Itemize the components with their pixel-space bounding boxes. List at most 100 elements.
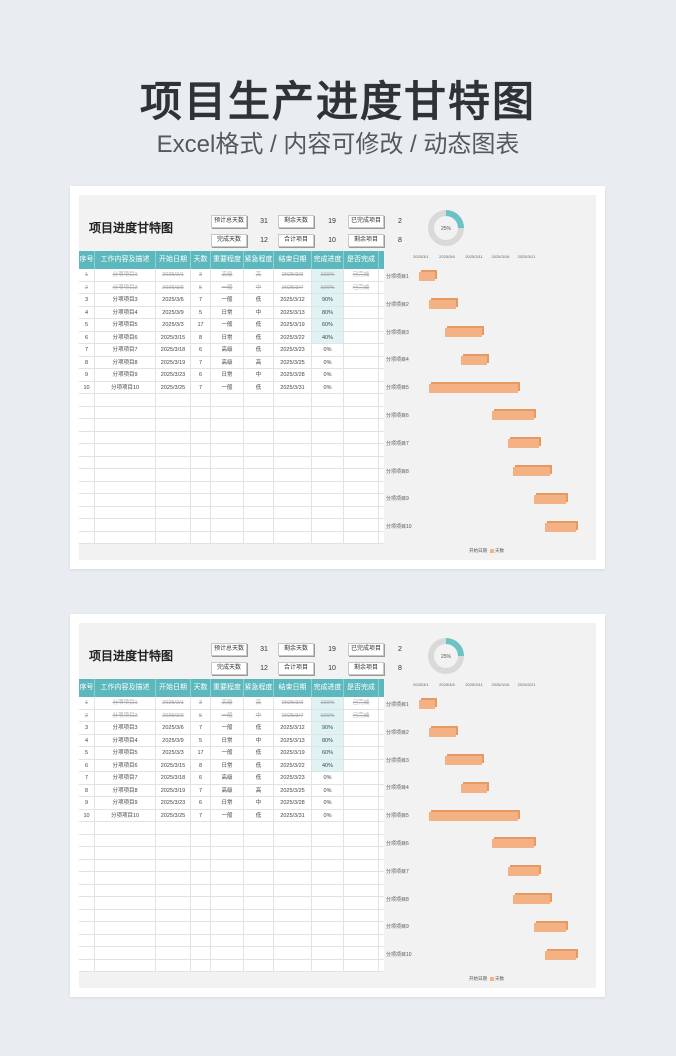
table-cell xyxy=(95,531,156,543)
table-row[interactable]: 6 分项项目6 2025/3/15 8 日常低 2025/3/22 40% xyxy=(79,331,384,344)
table-row-empty[interactable] xyxy=(79,431,384,444)
table-row-empty[interactable] xyxy=(79,406,384,419)
gantt-bar xyxy=(534,922,566,932)
legend-swatch xyxy=(490,976,494,981)
category-label: 分项项目8 xyxy=(386,468,409,475)
table-row-empty[interactable] xyxy=(79,494,384,507)
table-cell: 7 xyxy=(79,344,95,356)
table-row-empty[interactable] xyxy=(79,456,384,469)
table-row[interactable]: 2 分项项目2 2025/3/3 5 一般中 2025/3/7 100% 已完成 xyxy=(79,709,384,722)
table-row-empty[interactable] xyxy=(79,947,384,960)
table-cell: 40% xyxy=(312,759,344,771)
table-cell xyxy=(79,431,95,443)
stat-button[interactable]: 完成天数 xyxy=(211,234,247,247)
table-row[interactable]: 5 分项项目5 2025/3/3 17 一般低 2025/3/19 60% xyxy=(79,747,384,760)
table-row[interactable]: 6 分项项目6 2025/3/15 8 日常低 2025/3/22 40% xyxy=(79,759,384,772)
table-cell xyxy=(95,469,156,481)
table-row-empty[interactable] xyxy=(79,897,384,910)
table-cell: 8 xyxy=(79,356,95,368)
table-cell xyxy=(344,822,379,834)
stat-button[interactable]: 剩余项目 xyxy=(348,234,384,247)
table-row[interactable]: 1 分项项目1 2025/3/1 3 高级高 2025/3/3 100% 已完成 xyxy=(79,697,384,710)
table-cell: 2 xyxy=(79,281,95,293)
x-tick-label: 2025/3/11 xyxy=(465,254,483,259)
table-cell xyxy=(344,809,379,821)
table-row[interactable]: 1 分项项目1 2025/3/1 3 高级高 2025/3/3 100% 已完成 xyxy=(79,269,384,282)
table-row[interactable]: 10 分项项目10 2025/3/25 7 一般低 2025/3/31 0% xyxy=(79,381,384,394)
table-row[interactable]: 8 分项项目8 2025/3/19 7 高级高 2025/3/25 0% xyxy=(79,356,384,369)
stat-button[interactable]: 合计项目 xyxy=(278,234,314,247)
table-row-empty[interactable] xyxy=(79,959,384,972)
table-row-empty[interactable] xyxy=(79,884,384,897)
table-cell xyxy=(95,959,156,971)
table-row[interactable]: 4 分项项目4 2025/3/9 5 日常中 2025/3/13 80% xyxy=(79,306,384,319)
table-row-empty[interactable] xyxy=(79,872,384,885)
table-cell xyxy=(312,884,344,896)
gantt-bar xyxy=(429,300,456,310)
stat-button[interactable]: 剩余天数 xyxy=(278,643,314,656)
table-row-empty[interactable] xyxy=(79,419,384,432)
stat-button[interactable]: 预计总天数 xyxy=(211,643,247,656)
table-cell xyxy=(244,444,274,456)
table-cell: 一般 xyxy=(211,281,244,293)
table-cell: 中 xyxy=(244,734,274,746)
table-row[interactable]: 5 分项项目5 2025/3/3 17 一般低 2025/3/19 60% xyxy=(79,319,384,332)
stat-button[interactable]: 已完成项目 xyxy=(348,215,384,228)
table-row-empty[interactable] xyxy=(79,859,384,872)
table-row-empty[interactable] xyxy=(79,519,384,532)
table-row[interactable]: 3 分项项目3 2025/3/6 7 一般低 2025/3/12 90% xyxy=(79,294,384,307)
table-row-empty[interactable] xyxy=(79,531,384,544)
stat-button[interactable]: 剩余天数 xyxy=(278,215,314,228)
progress-table: 序号 工作内容及描述 开始日期 天数 重要程度 紧急程度 结束日期 完成进度 是否完成 1 分项项目… xyxy=(79,251,384,544)
table-row[interactable]: 8 分项项目8 2025/3/19 7 高级高 2025/3/25 0% xyxy=(79,784,384,797)
table-row[interactable]: 7 分项项目7 2025/3/18 6 高级低 2025/3/23 0% xyxy=(79,344,384,357)
table-cell: 100% xyxy=(312,709,344,721)
table-cell xyxy=(211,847,244,859)
table-cell xyxy=(244,959,274,971)
table-row-empty[interactable] xyxy=(79,394,384,407)
table-cell: 2025/3/3 xyxy=(156,709,191,721)
stat-button[interactable]: 已完成项目 xyxy=(348,643,384,656)
table-cell xyxy=(274,444,312,456)
table-cell: 17 xyxy=(191,747,211,759)
stat-button[interactable]: 合计项目 xyxy=(278,662,314,675)
table-row[interactable]: 2 分项项目2 2025/3/3 5 一般中 2025/3/7 100% 已完成 xyxy=(79,281,384,294)
table-cell: 中 xyxy=(244,709,274,721)
table-row-empty[interactable] xyxy=(79,822,384,835)
stat-button[interactable]: 剩余项目 xyxy=(348,662,384,675)
table-cell xyxy=(244,834,274,846)
stat-button[interactable]: 预计总天数 xyxy=(211,215,247,228)
table-cell: 2025/3/25 xyxy=(156,809,191,821)
category-label: 分项项目1 xyxy=(386,273,409,280)
column-header: 天数 xyxy=(191,251,211,269)
table-cell xyxy=(244,859,274,871)
legend-swatch xyxy=(490,548,494,553)
table-row-empty[interactable] xyxy=(79,444,384,457)
table-cell: 0% xyxy=(312,369,344,381)
table-cell: 0% xyxy=(312,356,344,368)
table-row[interactable]: 9 分项项目9 2025/3/23 6 日常中 2025/3/28 0% xyxy=(79,797,384,810)
hero-title: 项目生产进度甘特图 xyxy=(139,78,536,125)
table-row-empty[interactable] xyxy=(79,834,384,847)
table-row[interactable]: 4 分项项目4 2025/3/9 5 日常中 2025/3/13 80% xyxy=(79,734,384,747)
table-row[interactable]: 3 分项项目3 2025/3/6 7 一般低 2025/3/12 90% xyxy=(79,722,384,735)
table-row-empty[interactable] xyxy=(79,909,384,922)
table-cell xyxy=(191,506,211,518)
table-cell: 2025/3/18 xyxy=(156,772,191,784)
table-row-empty[interactable] xyxy=(79,506,384,519)
table-cell xyxy=(344,394,379,406)
table-cell xyxy=(344,834,379,846)
table-cell xyxy=(156,959,191,971)
stat-button[interactable]: 完成天数 xyxy=(211,662,247,675)
table-row-empty[interactable] xyxy=(79,847,384,860)
table-row[interactable]: 7 分项项目7 2025/3/18 6 高级低 2025/3/23 0% xyxy=(79,772,384,785)
table-cell: 5 xyxy=(191,709,211,721)
table-row[interactable]: 9 分项项目9 2025/3/23 6 日常中 2025/3/28 0% xyxy=(79,369,384,382)
table-cell xyxy=(344,406,379,418)
table-row-empty[interactable] xyxy=(79,481,384,494)
category-label: 分项项目10 xyxy=(386,524,412,531)
table-row-empty[interactable] xyxy=(79,469,384,482)
table-row-empty[interactable] xyxy=(79,934,384,947)
table-row[interactable]: 10 分项项目10 2025/3/25 7 一般低 2025/3/31 0% xyxy=(79,809,384,822)
table-row-empty[interactable] xyxy=(79,922,384,935)
